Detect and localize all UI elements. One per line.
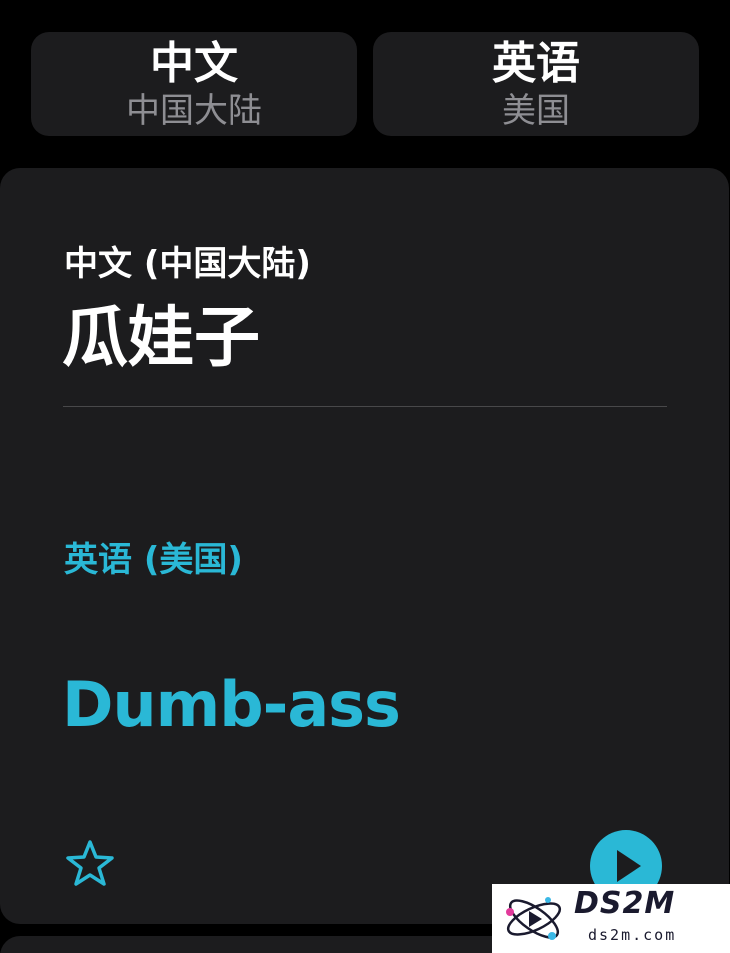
source-text[interactable]: 瓜娃子 — [62, 284, 260, 380]
favorite-button[interactable] — [64, 838, 116, 890]
target-language-region: 美国 — [502, 91, 570, 131]
source-label: 中文 (中国大陆) — [64, 244, 311, 284]
watermark: DS2M ds2m.com — [492, 884, 730, 953]
divider — [63, 406, 667, 407]
translate-screen: 中文 中国大陆 英语 美国 中文 (中国大陆) 瓜娃子 英语 (美国) Dumb… — [0, 0, 730, 953]
atom-logo-icon — [506, 897, 562, 940]
watermark-brand: DS2M — [574, 886, 676, 921]
target-text[interactable]: Dumb-ass — [62, 668, 401, 741]
target-label: 英语 (美国) — [64, 540, 243, 580]
target-language-button[interactable]: 英语 美国 — [373, 32, 699, 136]
source-language-name: 中文 — [150, 38, 238, 89]
star-outline-icon — [66, 840, 114, 886]
target-language-name: 英语 — [492, 38, 580, 89]
watermark-domain: ds2m.com — [588, 926, 677, 944]
source-language-region: 中国大陆 — [126, 91, 262, 131]
translation-card: 中文 (中国大陆) 瓜娃子 英语 (美国) Dumb-ass — [0, 168, 729, 924]
source-language-button[interactable]: 中文 中国大陆 — [31, 32, 357, 136]
